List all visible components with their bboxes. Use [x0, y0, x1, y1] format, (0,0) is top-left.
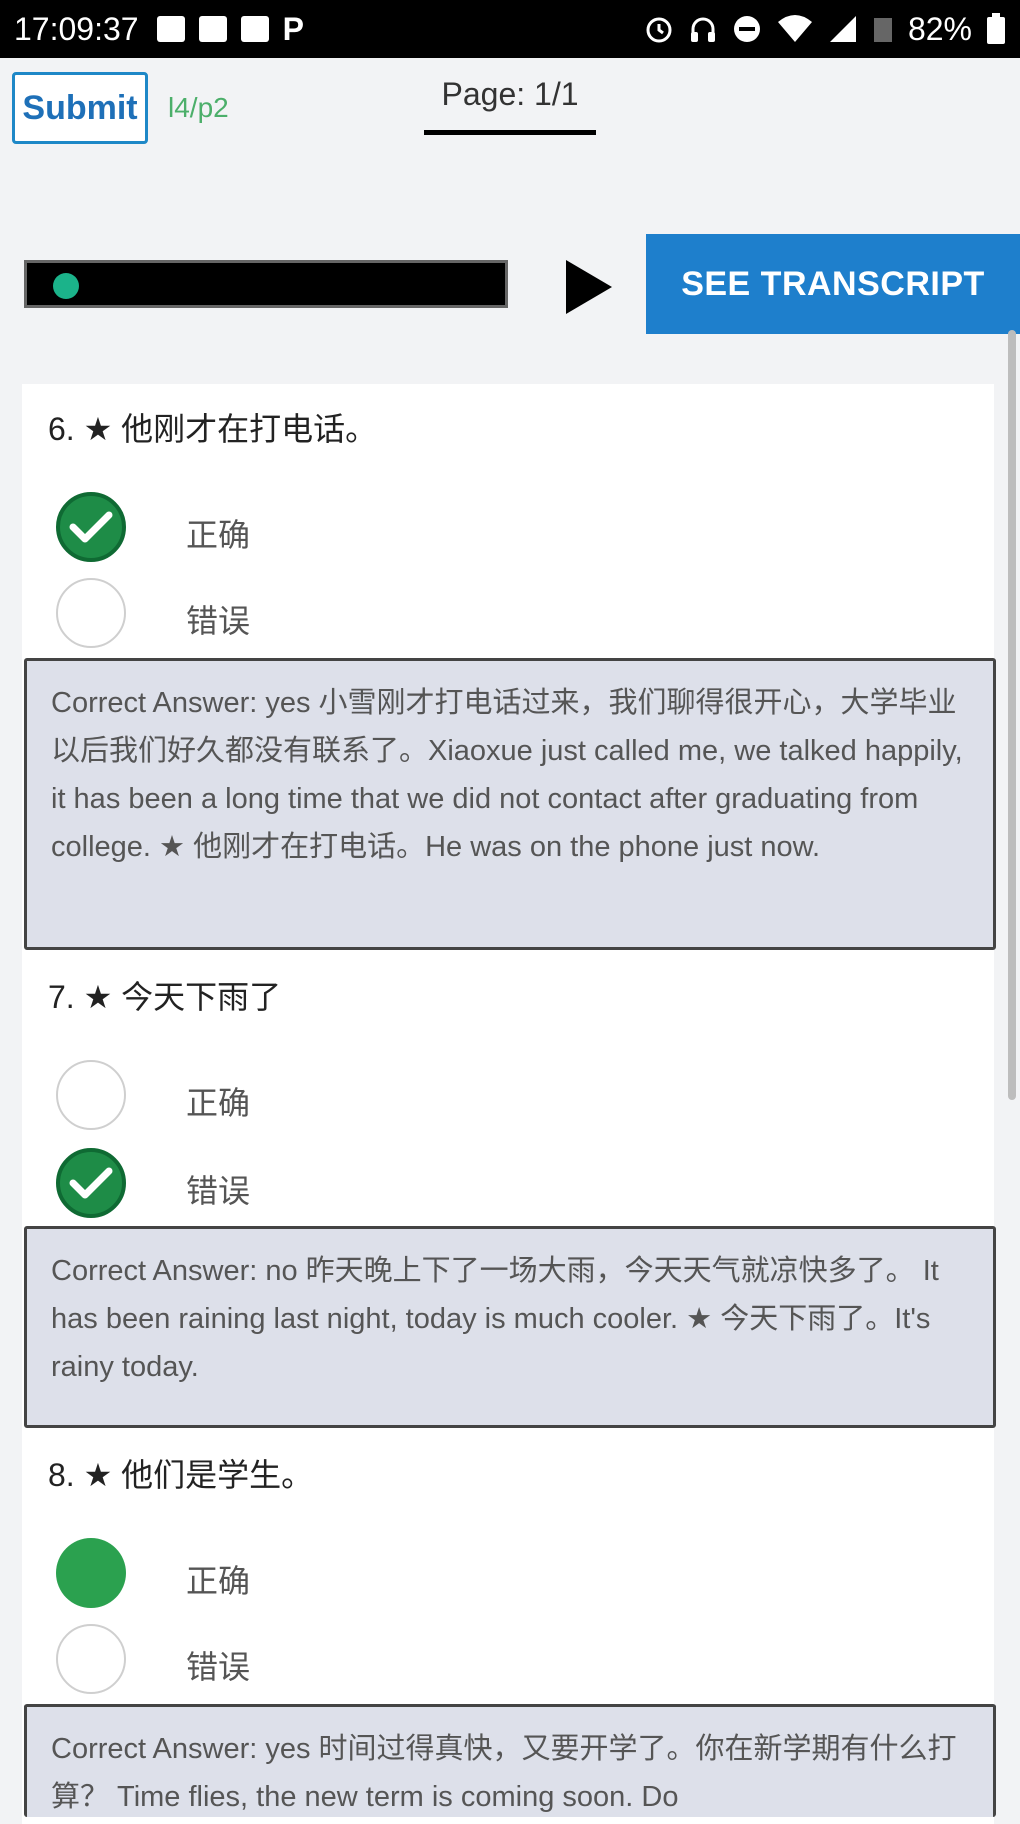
dnd-icon — [733, 16, 760, 42]
status-right: 82% — [644, 11, 1006, 48]
radio-option-correct[interactable] — [56, 1060, 126, 1130]
image-icon — [198, 16, 227, 42]
check-icon — [69, 1167, 113, 1199]
question-title: 8. ★ 他们是学生。 — [48, 1457, 314, 1493]
option-label[interactable]: 错误 — [186, 596, 250, 642]
see-transcript-button[interactable]: SEE TRANSCRIPT — [646, 234, 1020, 334]
data-icon — [873, 18, 892, 42]
alarm-icon — [646, 17, 672, 43]
option-label[interactable]: 错误 — [186, 1642, 250, 1688]
audio-seek-bar[interactable] — [24, 260, 508, 308]
progress-text: l4/p2 — [168, 92, 229, 123]
radio-option-correct-selected[interactable] — [56, 1538, 126, 1608]
scrollbar[interactable] — [1008, 330, 1016, 1100]
radio-option-correct-checked[interactable] — [56, 492, 126, 562]
sim-icon — [156, 16, 185, 42]
signal-icon — [829, 16, 856, 42]
option-label[interactable]: 正确 — [186, 1078, 250, 1124]
battery-percent: 82% — [907, 10, 972, 47]
tab-page[interactable]: Page: 1/1 — [424, 76, 596, 113]
radio-option-incorrect-checked[interactable] — [56, 1148, 126, 1218]
p-icon: P — [282, 10, 304, 47]
tab-underline — [424, 130, 596, 135]
battery-icon — [987, 13, 1005, 44]
check-icon — [69, 511, 113, 543]
question-list — [22, 384, 994, 1824]
answer-explanation: Correct Answer: yes 小雪刚才打电话过来，我们聊得很开心，大学… — [24, 658, 996, 950]
question-title: 7. ★ 今天下雨了 — [48, 979, 282, 1015]
play-icon[interactable] — [566, 260, 612, 314]
answer-explanation: Correct Answer: no 昨天晚上下了一场大雨，今天天气就凉快多了。… — [24, 1226, 996, 1428]
headset-icon — [690, 17, 715, 42]
option-label[interactable]: 正确 — [186, 510, 250, 556]
submit-button[interactable]: Submit — [12, 72, 148, 144]
status-time: 17:09:37 — [14, 10, 139, 47]
cast-icon — [240, 16, 269, 42]
question-title: 6. ★ 他刚才在打电话。 — [48, 411, 378, 447]
radio-option-incorrect[interactable] — [56, 1624, 126, 1694]
option-label[interactable]: 错误 — [186, 1166, 250, 1212]
option-label[interactable]: 正确 — [186, 1556, 250, 1602]
answer-explanation: Correct Answer: yes 时间过得真快，又要开学了。你在新学期有什… — [24, 1704, 996, 1817]
wifi-icon — [777, 15, 812, 42]
status-bar: 17:09:37 P 82% — [0, 0, 1020, 58]
audio-seek-handle[interactable] — [53, 273, 79, 299]
radio-option-incorrect[interactable] — [56, 578, 126, 648]
